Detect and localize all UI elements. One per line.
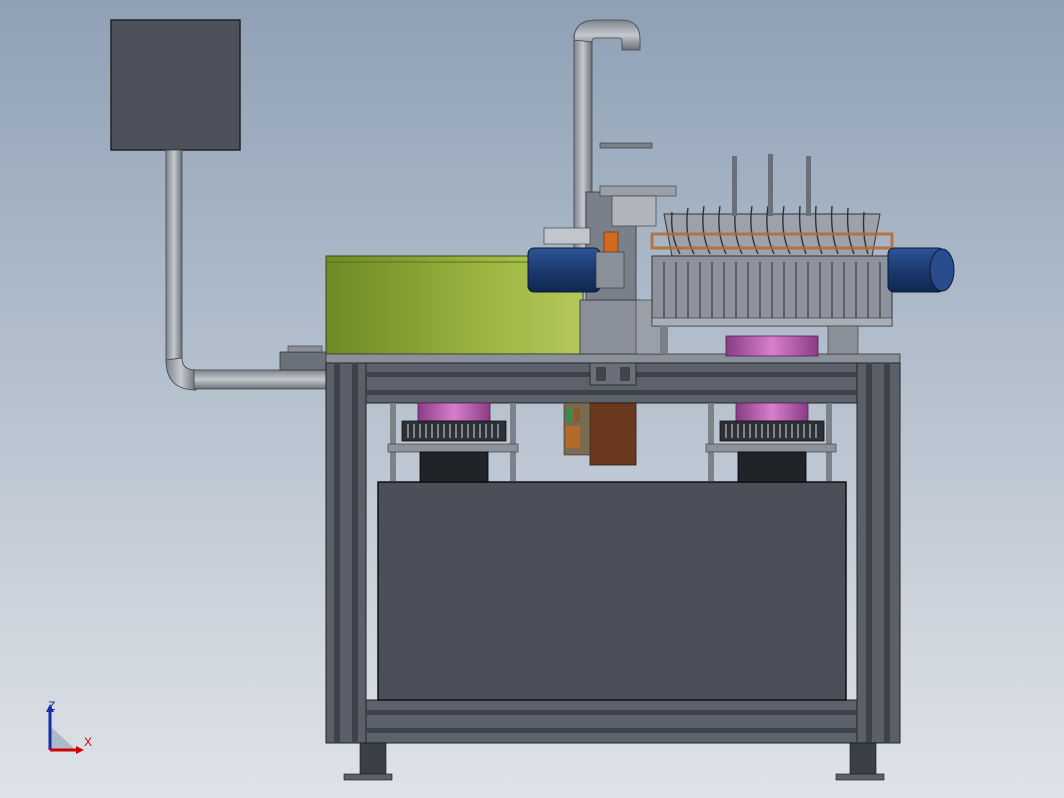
frame-right-post [856,362,901,744]
frame-left-post [325,362,367,744]
frame-bottom-beam [365,699,858,744]
right-motor [737,451,807,483]
conduit-bracket-top [287,345,323,353]
electrical-cabinet[interactable] [377,481,847,701]
conduit-elbow [165,357,197,391]
control-box[interactable] [110,19,241,151]
turntable-magenta-hub [725,335,819,357]
conduit-horizontal [193,369,329,390]
triad-z-label: Z [48,699,56,713]
pipe-arm [599,142,653,149]
triad-x-label: X [84,735,93,749]
right-foot [849,742,877,778]
right-gear [719,420,825,442]
right-magenta-hub [735,402,809,422]
left-magenta-hub [417,402,491,422]
conduit-vertical [165,149,183,363]
left-gear [401,420,507,442]
left-foot [359,742,387,778]
machine-model[interactable] [0,0,1064,798]
conduit-bracket [279,351,331,371]
cylinder [543,227,591,245]
left-motor [419,451,489,483]
left-drive-motor[interactable] [527,247,601,293]
cad-viewport[interactable]: Z X [0,0,1064,798]
center-actuator [589,402,637,466]
